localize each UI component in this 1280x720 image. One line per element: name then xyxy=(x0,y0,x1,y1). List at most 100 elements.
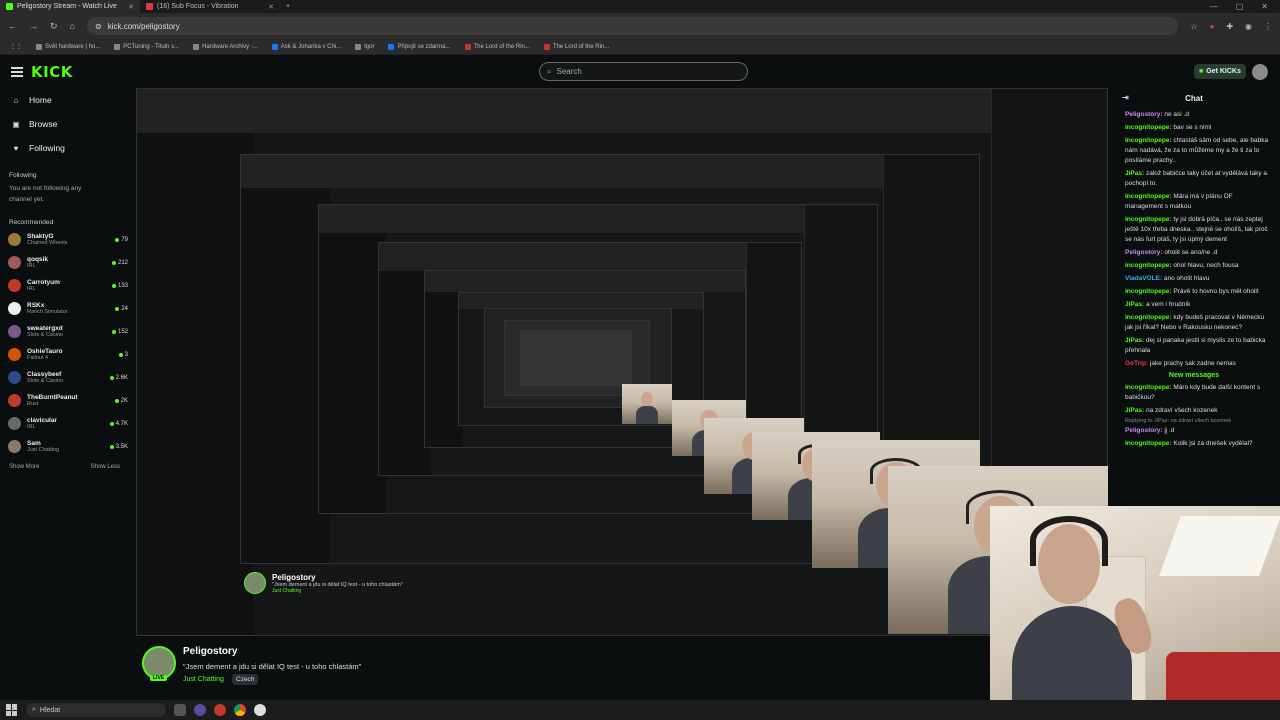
chat-username[interactable]: incognitopepe: xyxy=(1125,137,1172,144)
home-icon[interactable]: ⌂ xyxy=(70,21,75,31)
chat-title: Chat xyxy=(1185,93,1203,103)
chat-message: ViadaVOLE: ano oholit hlavu xyxy=(1108,272,1280,285)
site-info-icon[interactable]: ⊜ xyxy=(95,22,102,31)
menu-icon[interactable] xyxy=(11,67,23,77)
collapse-chat-icon[interactable]: ⇥ xyxy=(1122,93,1129,102)
extension-icon[interactable]: ● xyxy=(1209,22,1214,31)
extensions-puzzle-icon[interactable]: ✚ xyxy=(1226,22,1233,31)
streamer-name[interactable]: Peligostory xyxy=(183,646,237,657)
task-view-icon[interactable] xyxy=(174,704,186,716)
kick-logo[interactable]: KICK xyxy=(31,63,73,81)
back-icon[interactable]: ← xyxy=(8,21,17,31)
chat-username[interactable]: incognitopepe: xyxy=(1125,193,1172,200)
chat-message: JiPas: založ babičce taky účet at vydělá… xyxy=(1108,167,1280,190)
recommended-heading: Recommended xyxy=(9,219,54,226)
app-icon[interactable] xyxy=(194,704,206,716)
chat-username[interactable]: incognitopepe: xyxy=(1125,124,1172,131)
chat-username[interactable]: Peligostory: xyxy=(1125,249,1163,256)
chat-username[interactable]: JiPas: xyxy=(1125,407,1144,414)
recommended-channel[interactable]: qoqsik IRL 212 xyxy=(0,251,136,274)
chat-username[interactable]: Peligostory: xyxy=(1125,427,1163,434)
stream-category[interactable]: Just Chatting xyxy=(183,676,224,683)
live-dot-icon xyxy=(109,421,114,426)
show-more-button[interactable]: Show More xyxy=(9,464,39,470)
channel-text: ShaktyG Chained Wheels xyxy=(27,233,115,246)
chat-username[interactable]: JiPas: xyxy=(1125,170,1144,177)
recommended-channel[interactable]: Sam Just Chatting 3.5K xyxy=(0,435,136,458)
chat-username[interactable]: JiPas: xyxy=(1125,301,1144,308)
recommended-channel[interactable]: sweatergxd Slots & Casino 152 xyxy=(0,320,136,343)
chat-username[interactable]: incognitopepe: xyxy=(1125,288,1172,295)
chat-message: Peligostory: jj .d xyxy=(1108,424,1280,437)
get-kicks-button[interactable]: ■ Get KICKs xyxy=(1194,64,1246,79)
tab-kick[interactable]: Peligostory Stream - Watch Live ✕ xyxy=(0,0,140,13)
channel-text: OshieTauro Fallout 4 xyxy=(27,348,119,361)
chat-username[interactable]: Peligostory: xyxy=(1125,111,1163,118)
taskbar-search-input[interactable]: ⌕ Hledat xyxy=(26,703,166,717)
new-messages-divider[interactable]: New messages xyxy=(1108,370,1280,381)
sidebar-item-browse[interactable]: ▣ Browse xyxy=(0,112,136,136)
chat-username[interactable]: JiPas: xyxy=(1125,337,1144,344)
apps-grid-icon[interactable]: ⋮⋮ xyxy=(10,43,22,50)
app-icon[interactable] xyxy=(254,704,266,716)
bookmark-item[interactable]: PCTuning - Tituln s... xyxy=(114,43,179,50)
channel-name: OshieTauro xyxy=(27,348,63,355)
channel-name: ShaktyG xyxy=(27,233,54,240)
sidebar-item-following[interactable]: ♥ Following xyxy=(0,136,136,160)
bookmark-item[interactable]: Igor xyxy=(355,43,374,50)
tab-youtube[interactable]: (16) Sub Focus - Vibration ✕ xyxy=(140,0,280,13)
chat-message: incognitopepe: bav se s nimi xyxy=(1108,121,1280,134)
recommended-channel[interactable]: OshieTauro Fallout 43 xyxy=(0,343,136,366)
bookmark-favicon-icon xyxy=(543,43,550,50)
address-bar[interactable]: ⊜ kick.com/peligostory xyxy=(86,17,1179,35)
recommended-channel[interactable]: Carrotyum IRL 133 xyxy=(0,274,136,297)
bookmark-item[interactable]: The Lord of the Rin... xyxy=(464,43,530,50)
stream-title: "Jsem dement a jdu si dělat IQ test - u … xyxy=(183,662,362,671)
search-input[interactable]: ⌕ Search xyxy=(539,62,748,81)
app-icon[interactable] xyxy=(214,704,226,716)
channel-name: TheBurntPeanut xyxy=(27,394,78,401)
maximize-icon[interactable]: ▢ xyxy=(1236,2,1244,11)
chat-username[interactable]: incognitopepe: xyxy=(1125,384,1172,391)
stream-video-player[interactable]: Peligostory "Jsem dement a jdu si dělat … xyxy=(136,88,1108,636)
forward-icon[interactable]: → xyxy=(29,21,38,31)
recommended-channel[interactable]: ShaktyG Chained Wheels 79 xyxy=(0,228,136,251)
channel-category: IRL xyxy=(27,286,36,292)
chat-username[interactable]: GoTrip: xyxy=(1125,360,1148,367)
chat-username[interactable]: incognitopepe: xyxy=(1125,314,1172,321)
avatar xyxy=(8,233,21,246)
bookmark-star-icon[interactable]: ☆ xyxy=(1190,22,1197,31)
close-window-icon[interactable]: ✕ xyxy=(1261,2,1268,11)
reload-icon[interactable]: ↻ xyxy=(50,21,58,32)
bookmark-item[interactable]: Ask & Johanka v Chi... xyxy=(271,43,341,50)
chat-username[interactable]: incognitopepe: xyxy=(1125,216,1172,223)
recommended-channel[interactable]: clavicular IRL 4.7K xyxy=(0,412,136,435)
chat-message: Peligostory: ne asi .d xyxy=(1108,108,1280,121)
viewer-count: 152 xyxy=(111,329,128,335)
chat-username[interactable]: incognitopepe: xyxy=(1125,262,1172,269)
close-icon[interactable]: ✕ xyxy=(268,3,274,11)
chrome-icon[interactable] xyxy=(234,704,246,716)
menu-dots-icon[interactable]: ⋮ xyxy=(1264,22,1272,31)
new-tab-icon[interactable]: + xyxy=(280,3,296,10)
recommended-channel[interactable]: Classybeef Slots & Casino 2.6K xyxy=(0,366,136,389)
chat-messages: incognitopepe: Máro kdy bude další konte… xyxy=(1108,381,1280,417)
bookmark-item[interactable]: The Lord of the Rin... xyxy=(543,43,609,50)
windows-start-icon[interactable] xyxy=(6,704,18,716)
bookmark-item[interactable]: Svět hardware | ho... xyxy=(36,43,100,50)
bookmark-item[interactable]: Připojit se zdarma... xyxy=(388,43,451,50)
chat-username[interactable]: incognitopepe: xyxy=(1125,440,1172,447)
avatar[interactable] xyxy=(1252,64,1268,80)
close-icon[interactable]: ✕ xyxy=(128,3,134,11)
language-tag[interactable]: Czech xyxy=(232,674,259,685)
bookmark-item[interactable]: Hardware Archivy -... xyxy=(193,43,258,50)
bookmark-favicon-icon xyxy=(193,43,200,50)
profile-icon[interactable]: ◉ xyxy=(1245,22,1252,31)
show-less-button[interactable]: Show Less xyxy=(91,464,120,470)
minimize-icon[interactable]: — xyxy=(1210,2,1218,11)
recommended-channel[interactable]: TheBurntPeanut Rust 2K xyxy=(0,389,136,412)
chat-username[interactable]: ViadaVOLE: xyxy=(1125,275,1162,282)
recommended-channel[interactable]: RSKx Ranch Simulator 24 xyxy=(0,297,136,320)
sidebar-item-home[interactable]: ⌂ Home xyxy=(0,88,136,112)
chat-message: incognitopepe: ty jsi dobrá píča.. se ná… xyxy=(1108,213,1280,246)
